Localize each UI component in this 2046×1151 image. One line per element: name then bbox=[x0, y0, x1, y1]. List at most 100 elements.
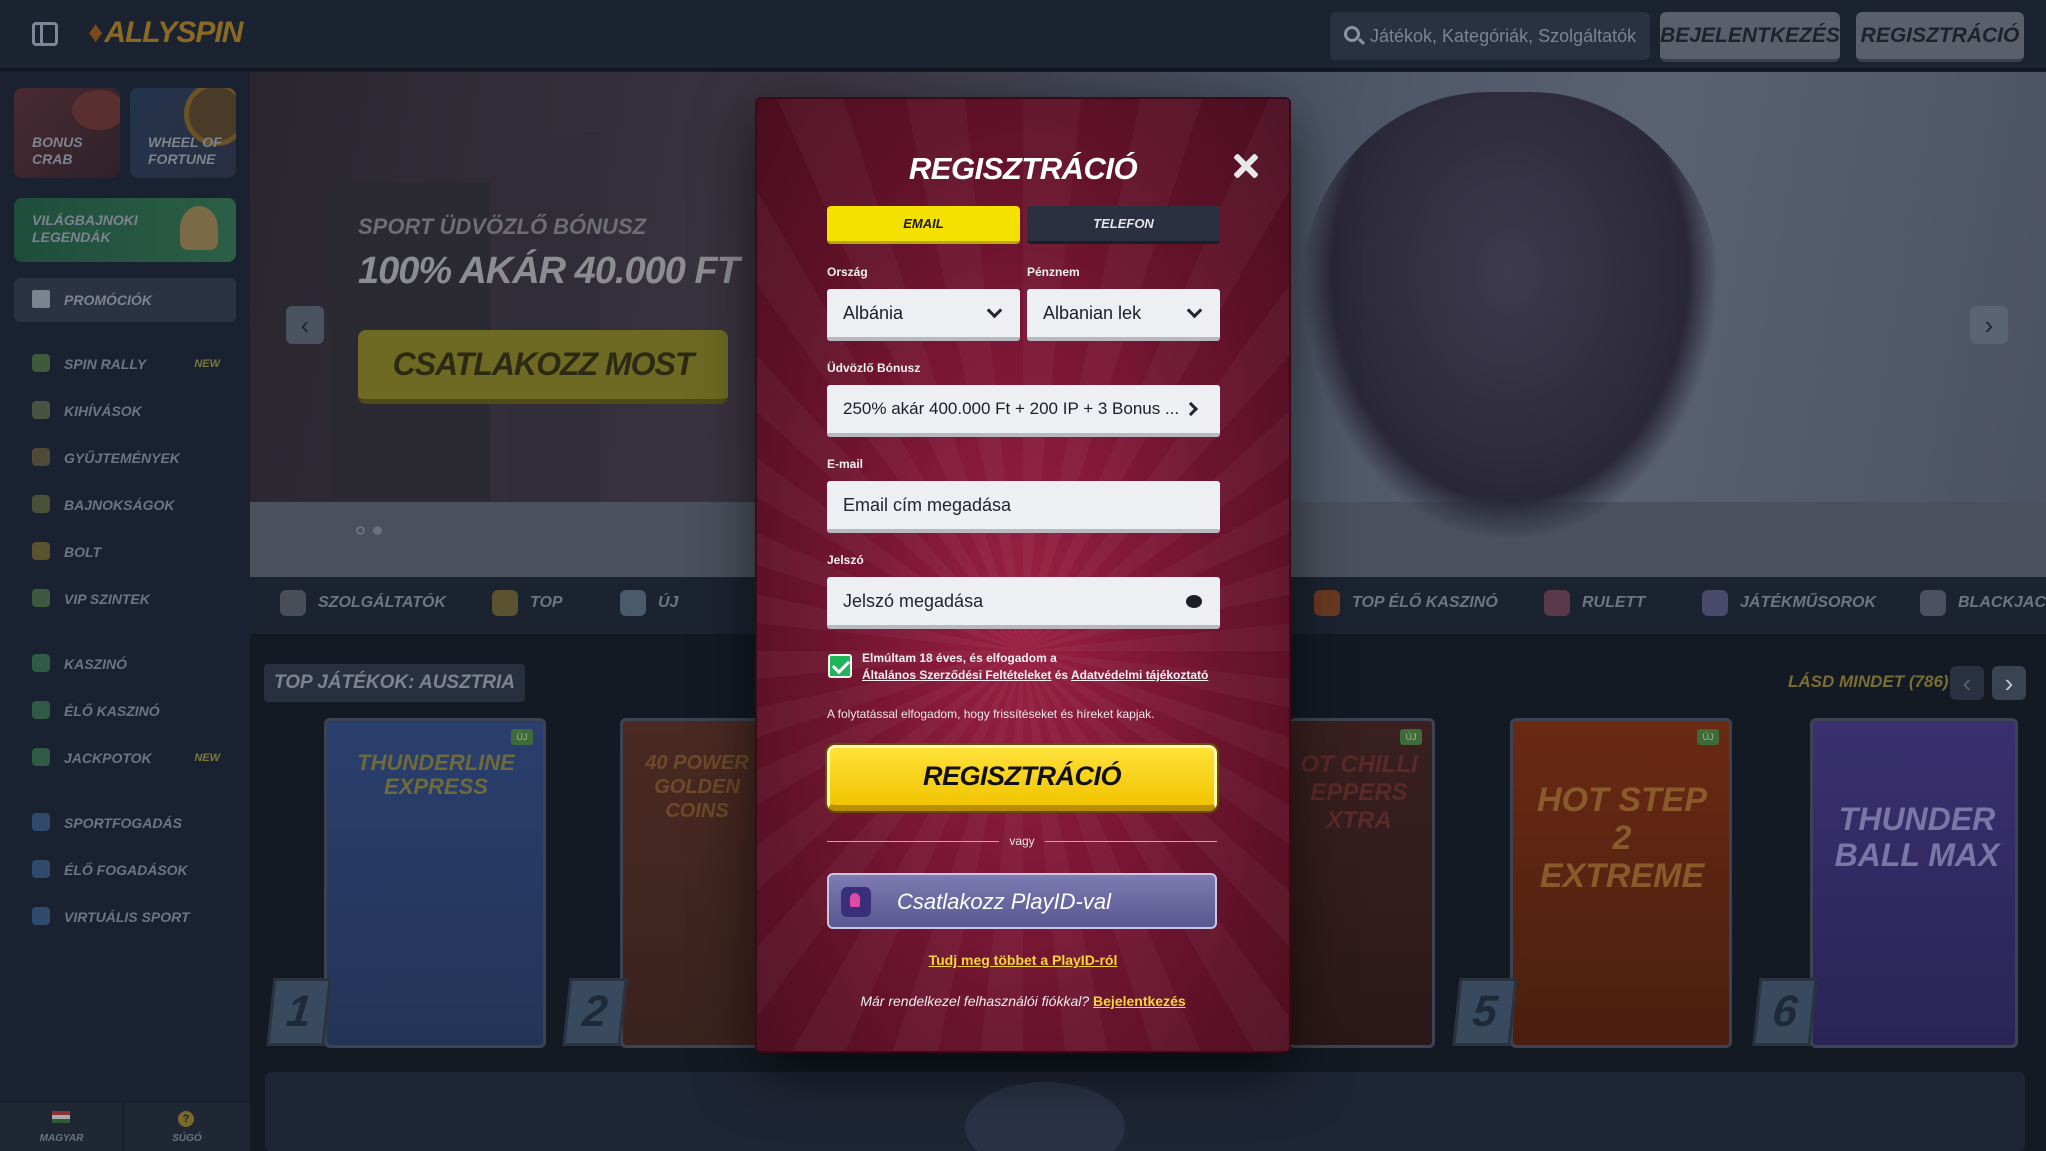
rank-badge: 2 bbox=[562, 978, 628, 1046]
games-prev-arrow-icon[interactable]: ‹ bbox=[1950, 666, 1984, 700]
sidebar-item-shop[interactable]: BOLT bbox=[14, 534, 236, 568]
new-icon bbox=[620, 590, 646, 616]
terms-text: Elmúltam 18 éves, és elfogadom a Általán… bbox=[862, 650, 1208, 684]
new-badge: ÚJ bbox=[1400, 729, 1422, 745]
trophy-icon bbox=[32, 495, 50, 513]
game-title: OT CHILLI EPPERS XTRA bbox=[1300, 751, 1418, 834]
new-badge: ÚJ bbox=[1697, 729, 1719, 745]
tab-top[interactable]: TOP bbox=[492, 590, 563, 616]
sidebar-item-sports[interactable]: SPORTFOGADÁS bbox=[14, 805, 236, 839]
rank-badge: 6 bbox=[1752, 978, 1818, 1046]
tab-top-live-casino[interactable]: TOP ÉLŐ KASZINÓ bbox=[1314, 590, 1498, 616]
sidebar-item-label: SPORTFOGADÁS bbox=[64, 815, 182, 831]
tab-phone[interactable]: TELEFON bbox=[1027, 206, 1220, 244]
playid-button[interactable]: Csatlakozz PlayID-val bbox=[827, 873, 1217, 929]
game-card[interactable]: ÚJ HOT STEP 2 EXTREME bbox=[1510, 718, 1732, 1048]
language-selector[interactable]: MAGYAR bbox=[0, 1103, 124, 1151]
password-label: Jelszó bbox=[827, 553, 864, 567]
flame-icon: ♦ bbox=[88, 16, 103, 49]
sidebar-item-virtual-sport[interactable]: VIRTUÁLIS SPORT bbox=[14, 899, 236, 933]
sidebar-item-label: GYŰJTEMÉNYEK bbox=[64, 450, 180, 466]
legends-tile[interactable]: VILÁGBAJNOKI LEGENDÁK bbox=[14, 198, 236, 262]
login-button[interactable]: BEJELENTKEZÉS bbox=[1660, 12, 1840, 62]
terms-link[interactable]: Általános Szerződési Feltételeket bbox=[862, 668, 1051, 682]
promotions-label: PROMÓCIÓK bbox=[64, 292, 152, 308]
sidebar-item-label: ÉLŐ FOGADÁSOK bbox=[64, 862, 188, 878]
live-icon bbox=[32, 701, 50, 719]
cart-icon bbox=[32, 542, 50, 560]
sidebar-toggle-icon[interactable] bbox=[32, 22, 58, 46]
or-divider: vagy bbox=[827, 834, 1217, 848]
pagination-dot-active[interactable] bbox=[373, 526, 382, 535]
sidebar-item-collections[interactable]: GYŰJTEMÉNYEK bbox=[14, 440, 236, 474]
privacy-link[interactable]: Adatvédelmi tájékoztató bbox=[1071, 668, 1208, 682]
category-label: RULETT bbox=[1582, 594, 1646, 611]
help-button[interactable]: ? SÚGÓ bbox=[124, 1103, 250, 1151]
email-field[interactable] bbox=[843, 481, 1174, 529]
bonus-crab-tile[interactable]: BONUS CRAB bbox=[14, 88, 120, 178]
sidebar-item-label: KASZINÓ bbox=[64, 656, 127, 672]
terms-checkbox[interactable] bbox=[828, 654, 852, 678]
registration-modal: REGISZTRÁCIÓ EMAIL TELEFON Ország Albáni… bbox=[757, 99, 1289, 1051]
category-label: JÁTÉKMŰSOROK bbox=[1740, 594, 1877, 611]
cards-icon bbox=[1920, 590, 1946, 616]
playid-learn-more-link[interactable]: Tudj meg többet a PlayID-ról bbox=[757, 952, 1289, 968]
see-all-link[interactable]: LÁSD MINDET (786) bbox=[1788, 672, 1949, 692]
crab-icon bbox=[72, 90, 120, 130]
terms-prefix: Elmúltam 18 éves, és elfogadom a bbox=[862, 651, 1057, 665]
game-card[interactable]: THUNDER BALL MAX bbox=[1810, 718, 2018, 1048]
search-input[interactable] bbox=[1370, 12, 1640, 60]
medal-icon bbox=[32, 401, 50, 419]
game-card[interactable]: 40 POWER GOLDEN COINS bbox=[620, 718, 760, 1048]
game-show-icon bbox=[1702, 590, 1728, 616]
sidebar-item-tournaments[interactable]: BAJNOKSÁGOK bbox=[14, 487, 236, 521]
password-field[interactable] bbox=[843, 577, 1174, 625]
sidebar-item-live-bets[interactable]: ÉLŐ FOGADÁSOK bbox=[14, 852, 236, 886]
tab-game-shows[interactable]: JÁTÉKMŰSOROK bbox=[1702, 590, 1877, 616]
sidebar-item-vip[interactable]: VIP SZINTEK bbox=[14, 581, 236, 615]
tab-providers[interactable]: SZOLGÁLTATÓK bbox=[280, 590, 446, 616]
sidebar-item-casino[interactable]: KASZINÓ bbox=[14, 646, 236, 680]
sidebar-item-live-casino[interactable]: ÉLŐ KASZINÓ bbox=[14, 693, 236, 727]
email-label: E-mail bbox=[827, 457, 864, 471]
game-card[interactable]: ÚJ OT CHILLI EPPERS XTRA bbox=[1289, 718, 1435, 1048]
sidebar-item-label: ÉLŐ KASZINÓ bbox=[64, 703, 160, 719]
rank-badge: 1 bbox=[266, 978, 332, 1046]
bonus-value: 250% akár 400.000 Ft + 200 IP + 3 Bonus … bbox=[843, 399, 1180, 418]
games-next-arrow-icon[interactable]: › bbox=[1992, 666, 2026, 700]
pagination-dot[interactable] bbox=[356, 526, 365, 535]
tab-new[interactable]: ÚJ bbox=[620, 590, 678, 616]
gift-icon bbox=[32, 290, 50, 308]
sidebar-item-label: SPIN RALLY bbox=[64, 356, 147, 372]
hero-prev-arrow-icon[interactable]: ‹ bbox=[286, 306, 324, 344]
game-card[interactable]: ÚJ THUNDERLINE EXPRESS bbox=[324, 718, 546, 1048]
login-link[interactable]: Bejelentkezés bbox=[1093, 993, 1186, 1009]
wheel-of-fortune-tile[interactable]: WHEEL OF FORTUNE bbox=[130, 88, 236, 178]
promo-banner[interactable] bbox=[265, 1072, 2025, 1151]
sidebar-item-spin-rally[interactable]: SPIN RALLY NEW bbox=[14, 346, 236, 380]
bonus-select[interactable]: 250% akár 400.000 Ft + 200 IP + 3 Bonus … bbox=[827, 385, 1220, 437]
tab-email[interactable]: EMAIL bbox=[827, 206, 1020, 244]
tab-blackjack[interactable]: BLACKJACK bbox=[1920, 590, 2046, 616]
currency-select[interactable]: Albanian lek bbox=[1027, 289, 1220, 341]
close-icon[interactable] bbox=[1233, 153, 1259, 179]
allyspin-logo[interactable]: ♦ALLYSPIN bbox=[88, 16, 243, 50]
eye-icon[interactable] bbox=[1186, 595, 1202, 608]
playid-icon bbox=[841, 887, 871, 917]
tab-roulette[interactable]: RULETT bbox=[1544, 590, 1646, 616]
country-select[interactable]: Albánia bbox=[827, 289, 1020, 341]
fire-icon bbox=[1314, 590, 1340, 616]
hero-next-arrow-icon[interactable]: › bbox=[1970, 306, 2008, 344]
sidebar: BONUS CRAB WHEEL OF FORTUNE VILÁGBAJNOKI… bbox=[0, 72, 250, 1151]
sidebar-item-promotions[interactable]: PROMÓCIÓK bbox=[14, 278, 236, 322]
live-bet-icon bbox=[32, 860, 50, 878]
join-now-button[interactable]: CSATLAKOZZ MOST bbox=[358, 330, 728, 404]
register-button[interactable]: REGISZTRÁCIÓ bbox=[1856, 12, 2024, 62]
register-submit-button[interactable]: REGISZTRÁCIÓ bbox=[827, 745, 1217, 811]
search-box[interactable] bbox=[1330, 12, 1650, 60]
hero-kicker: SPORT ÜDVÖZLŐ BÓNUSZ bbox=[358, 214, 647, 239]
sidebar-item-challenges[interactable]: KIHÍVÁSOK bbox=[14, 393, 236, 427]
playid-label: Csatlakozz PlayID-val bbox=[897, 889, 1111, 914]
hero-character-image bbox=[1300, 92, 1720, 542]
sidebar-item-jackpots[interactable]: JACKPOTOK NEW bbox=[14, 740, 236, 774]
